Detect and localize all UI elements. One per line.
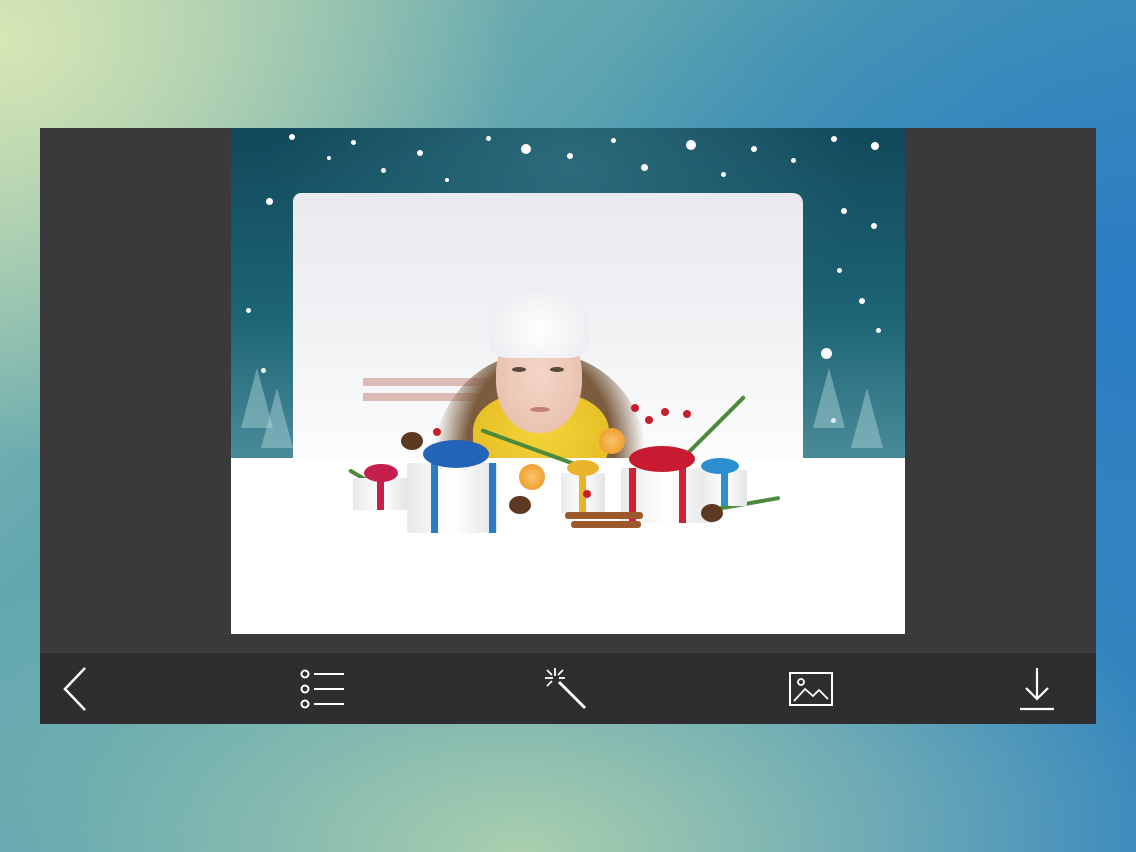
snowflake [831,136,837,142]
snowflake [871,223,877,229]
gift-bow [567,460,599,476]
eye [550,367,564,372]
snowflake [841,208,847,214]
gift-box [353,478,409,510]
save-button[interactable] [1009,661,1065,717]
effects-button[interactable] [538,661,594,717]
snowflake [289,134,295,140]
download-icon [1020,668,1054,711]
snowflake [521,144,531,154]
snowflake [721,172,726,177]
holly-berry [645,416,653,424]
snowflake [686,140,696,150]
pinecone [701,504,723,522]
snowflake [821,348,832,359]
snowflake [859,298,865,304]
magic-wand-icon [545,668,587,710]
photo-frame-canvas[interactable] [231,128,905,634]
gift-bow [423,440,489,468]
holly-berry [631,404,639,412]
gift-bow [629,446,695,472]
back-button[interactable] [48,661,104,717]
snowflake [641,164,648,171]
orange-slice [519,464,545,490]
snowflake [445,178,449,182]
person-knit-hat [489,288,589,358]
snowflake [327,156,331,160]
editor-window [40,128,1096,724]
snowflake [837,268,842,273]
snowflake [751,146,757,152]
snowflake [246,308,251,313]
holly-berry [661,408,669,416]
bottom-toolbar [40,653,1096,724]
snowflake [486,136,491,141]
holly-berry [583,490,591,498]
gift-bow [701,458,739,474]
gift-box [407,463,497,533]
list-icon [300,669,344,709]
orange-slice [599,428,625,454]
mouth [530,407,550,412]
snowflake [871,142,879,150]
pine-tree [851,388,883,448]
snowflake [381,168,386,173]
eye [512,367,526,372]
gallery-button[interactable] [783,661,839,717]
snowflake [417,150,423,156]
snowflake [567,153,573,159]
cinnamon-stick [571,521,641,528]
snowflake [266,198,273,205]
holly-berry [683,410,691,418]
user-photo[interactable] [293,193,803,593]
snowflake [611,138,616,143]
gift-box [701,470,747,506]
holly-berry [433,428,441,436]
chevron-left-icon [63,667,86,711]
pine-tree [813,368,845,428]
gift-bow [364,464,398,482]
cinnamon-stick [565,512,643,519]
frames-list-button[interactable] [295,661,351,717]
pine-tree [261,388,293,448]
snowflake [791,158,796,163]
snowflake [876,328,881,333]
pinecone [401,432,423,450]
snowflake [351,140,356,145]
pinecone [509,496,531,514]
image-icon [789,672,833,706]
